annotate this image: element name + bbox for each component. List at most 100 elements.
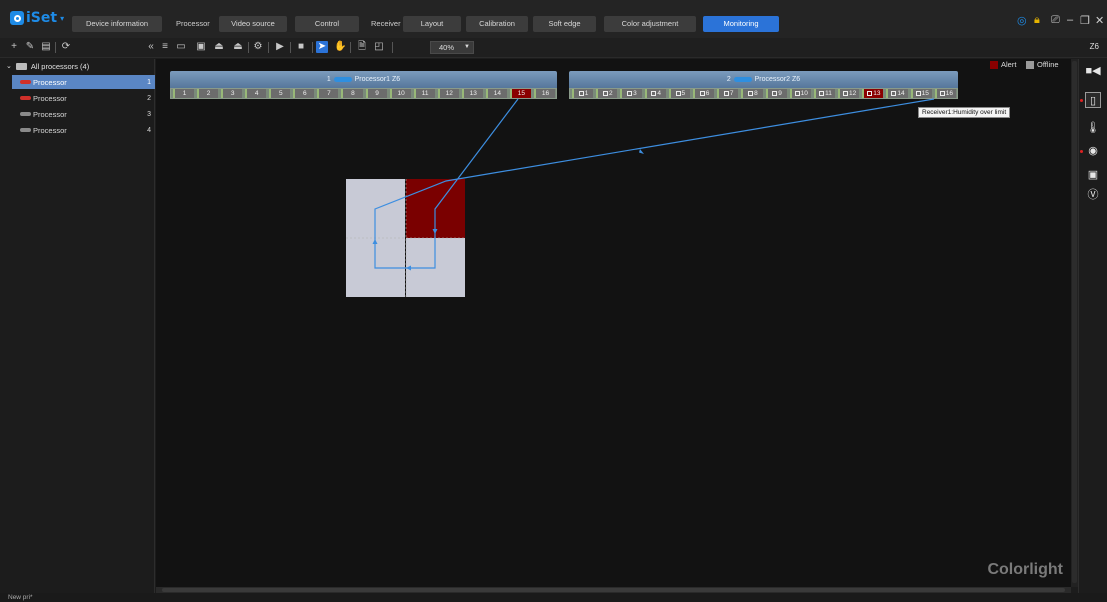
- port-label: 13: [469, 90, 477, 97]
- power-supply-icon[interactable]: ▣: [1085, 167, 1101, 183]
- cabinet-4[interactable]: [406, 238, 465, 297]
- processor2-port[interactable]: 8: [741, 89, 763, 98]
- processor1-port[interactable]: 10: [389, 89, 411, 98]
- document-icon[interactable]: 🗎︎: [356, 41, 368, 53]
- cabinet-2-alert[interactable]: [406, 179, 465, 238]
- restore-icon[interactable]: ❐: [1080, 14, 1090, 27]
- processor-icon: [20, 80, 31, 84]
- export-icon[interactable]: ⏏: [232, 41, 244, 53]
- processor2-header[interactable]: 2 Processor2 Z6: [569, 71, 958, 88]
- receiver-card-icon[interactable]: ▯: [1085, 92, 1101, 108]
- processor1-port[interactable]: 8: [341, 89, 363, 98]
- hand-icon[interactable]: ✋: [334, 41, 346, 53]
- processor-icon: [20, 112, 31, 116]
- port-label: 5: [278, 90, 283, 97]
- brand-watermark: Colorlight: [987, 561, 1063, 578]
- processor2-port[interactable]: 14: [886, 89, 908, 98]
- processor1-port[interactable]: 3: [221, 89, 243, 98]
- tree-root[interactable]: ⌄ All processors (4): [6, 59, 89, 73]
- save-icon[interactable]: ▣: [195, 41, 207, 53]
- menu-color-adjustment[interactable]: Color adjustment: [604, 16, 696, 32]
- processor1-ports: 1 2 3 4 5 6 7 8 9 10 11 12 13 14 15 16: [170, 88, 557, 99]
- app-logo[interactable]: iSet ▾: [10, 10, 64, 26]
- processor1-port[interactable]: 11: [413, 89, 435, 98]
- port-label: 15: [517, 90, 526, 97]
- sidebar-item-processor-4[interactable]: Processor 4: [12, 123, 155, 137]
- menu-layout[interactable]: Layout: [403, 16, 461, 32]
- chevron-down-icon[interactable]: ⌄: [6, 62, 12, 70]
- processor1-header[interactable]: 1 Processor1 Z6: [170, 71, 557, 88]
- location-pin-icon[interactable]: ◎: [1017, 14, 1027, 27]
- processor1-port[interactable]: 5: [269, 89, 291, 98]
- open-folder-icon[interactable]: ▭: [175, 41, 187, 53]
- processor2-port[interactable]: 7: [717, 89, 739, 98]
- processor2-port[interactable]: 12: [838, 89, 860, 98]
- processor2-port[interactable]: 10: [789, 89, 811, 98]
- play-icon[interactable]: ▶: [274, 41, 286, 53]
- processor1-port[interactable]: 6: [293, 89, 315, 98]
- collapse-icon[interactable]: «: [145, 41, 157, 53]
- processor2-port[interactable]: 15: [910, 89, 932, 98]
- processor1-port[interactable]: 13: [461, 89, 483, 98]
- processor1-port[interactable]: 12: [437, 89, 459, 98]
- checkbox-icon: [627, 90, 633, 96]
- vertical-scrollbar[interactable]: [1071, 59, 1078, 587]
- cabinet-3[interactable]: [346, 238, 405, 297]
- processor2-port[interactable]: 2: [596, 89, 618, 98]
- zoom-select[interactable]: 40% ▼: [430, 41, 474, 54]
- edit-icon[interactable]: ✎: [24, 41, 36, 53]
- camera-icon[interactable]: ■◀: [1085, 63, 1101, 79]
- cabinet-1[interactable]: [346, 179, 405, 238]
- port-label: 2: [206, 90, 211, 97]
- menu-control[interactable]: Control: [295, 16, 359, 32]
- pointer-icon[interactable]: ➤: [316, 41, 328, 53]
- sidebar-item-processor-2[interactable]: Processor 2: [12, 91, 155, 105]
- port-label: 3: [633, 90, 637, 97]
- close-icon[interactable]: ✕: [1095, 14, 1104, 27]
- processor2-port[interactable]: 1: [572, 89, 594, 98]
- legend-alert-label: Alert: [1001, 60, 1017, 69]
- menu-device-information[interactable]: Device information: [72, 16, 162, 32]
- processor1-port[interactable]: 9: [365, 89, 387, 98]
- processor1-port[interactable]: 4: [245, 89, 267, 98]
- processor1-port[interactable]: 15: [509, 89, 531, 98]
- add-icon[interactable]: +: [8, 41, 20, 53]
- thermometer-icon[interactable]: 🌡︎: [1085, 120, 1101, 136]
- processor2-port[interactable]: 9: [765, 89, 787, 98]
- processor2-port[interactable]: 3: [620, 89, 642, 98]
- port-label: 4: [657, 90, 661, 97]
- port-label: 9: [375, 90, 379, 97]
- minimize-icon[interactable]: –: [1067, 14, 1073, 26]
- menu-monitoring[interactable]: Monitoring: [703, 16, 779, 32]
- sidebar-item-processor-3[interactable]: Processor 3: [12, 107, 155, 121]
- settings-icon[interactable]: ⚙: [252, 41, 264, 53]
- menu-soft-edge[interactable]: Soft edge: [533, 16, 596, 32]
- processor1-port[interactable]: 1: [173, 89, 195, 98]
- lock-icon[interactable]: 🔒︎: [1034, 14, 1040, 27]
- import-icon[interactable]: ⏏: [213, 41, 225, 53]
- processor1-port[interactable]: 7: [317, 89, 339, 98]
- processor1-port[interactable]: 14: [485, 89, 507, 98]
- refresh-icon[interactable]: ⟳: [60, 41, 72, 53]
- delete-icon[interactable]: ▤: [40, 41, 52, 53]
- processor2-port[interactable]: 11: [813, 89, 836, 98]
- processor2-port[interactable]: 5: [668, 89, 690, 98]
- sidebar-item-processor-1[interactable]: Processor 1: [12, 75, 155, 89]
- port-label: 7: [327, 90, 331, 97]
- humidity-icon[interactable]: ◉: [1085, 143, 1101, 159]
- monitoring-canvas[interactable]: Alert Offline 1 Processor1 Z6 1234567891…: [156, 59, 1071, 587]
- processor2-port[interactable]: 6: [692, 89, 715, 98]
- stop-icon[interactable]: ■: [295, 41, 307, 53]
- processor1-port[interactable]: 16: [533, 89, 555, 98]
- voltage-icon[interactable]: Ⓥ: [1085, 187, 1101, 203]
- menu-calibration[interactable]: Calibration: [466, 16, 528, 32]
- monitor-icon[interactable]: ⎚: [1051, 14, 1060, 27]
- processor1-port[interactable]: 2: [197, 89, 219, 98]
- window-icon[interactable]: ◰: [373, 41, 385, 53]
- list-icon[interactable]: ≡: [159, 41, 171, 53]
- menu-video-source[interactable]: Video source: [219, 16, 287, 32]
- processor2-port[interactable]: 4: [644, 89, 666, 98]
- processor2-port[interactable]: 16: [934, 89, 956, 98]
- port-label: 3: [230, 90, 235, 97]
- processor2-port[interactable]: 13: [862, 89, 884, 98]
